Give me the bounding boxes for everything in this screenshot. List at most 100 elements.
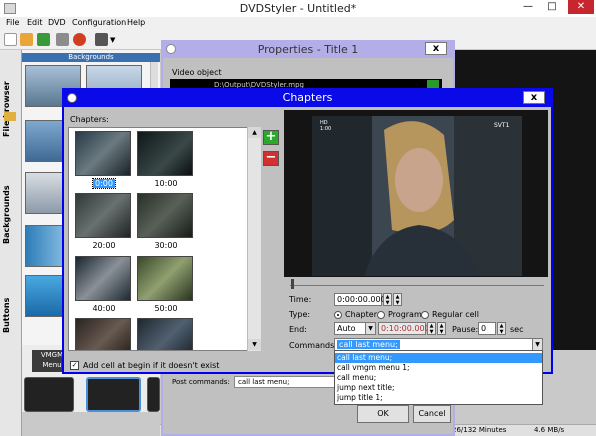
type-regular-cell-label: Regular cell	[432, 310, 479, 319]
chapter-item[interactable]: 10:00	[137, 131, 195, 188]
chapter-time: 0:00	[92, 178, 116, 189]
commands-option[interactable]: jump next title;	[335, 383, 542, 393]
properties-titlebar: Properties - Title 1 x	[161, 40, 455, 58]
type-label: Type:	[289, 310, 311, 319]
add-menu-icon[interactable]	[95, 33, 108, 46]
chevron-down-icon[interactable]: ▼	[532, 339, 542, 350]
time-spinner[interactable]: ▲ ▼	[383, 293, 392, 306]
tab-file-browser[interactable]: File browser	[2, 64, 19, 154]
osd-right: SVT1	[494, 122, 510, 129]
commands-option[interactable]: call vmgm menu 1;	[335, 363, 542, 373]
backgrounds-header: Backgrounds	[22, 53, 160, 62]
type-regular-cell-radio[interactable]	[421, 311, 429, 319]
chevron-down-icon[interactable]: ▼	[110, 36, 115, 44]
chapters-scrollbar[interactable]: ▲ ▼	[247, 127, 261, 351]
time-spinner[interactable]: ▲ ▼	[393, 293, 402, 306]
new-file-icon[interactable]	[4, 33, 17, 46]
chapter-item[interactable]: 40:00	[75, 256, 133, 313]
menu-dvd[interactable]: DVD	[48, 18, 66, 27]
chapter-thumbnail	[137, 131, 193, 176]
time-field[interactable]: 0:00:00.000	[334, 293, 386, 306]
osd-left: HD 1:00	[320, 120, 332, 132]
chapter-time: 40:00	[92, 304, 116, 313]
chapters-titlebar: Chapters x	[62, 88, 553, 107]
status-minutes: 26/132 Minutes	[452, 426, 507, 434]
timeline-slider[interactable]	[290, 285, 544, 286]
end-label: End:	[289, 325, 307, 334]
chapter-thumbnail	[75, 131, 131, 176]
type-program-label: Program	[388, 310, 422, 319]
chapter-thumbnail	[75, 193, 131, 238]
post-commands-label: Post commands:	[172, 378, 230, 386]
video-object-label: Video object	[172, 68, 222, 77]
chapter-thumbnail	[75, 318, 131, 350]
menu-thumb[interactable]	[147, 377, 160, 412]
end-spinner[interactable]: ▲ ▼	[437, 322, 446, 335]
chapter-time: 20:00	[92, 241, 116, 250]
chapters-close-button[interactable]: x	[523, 91, 545, 104]
preview-frame	[284, 110, 548, 277]
type-program-radio[interactable]	[377, 311, 385, 319]
add-cell-label: Add cell at begin if it doesn't exist	[83, 361, 220, 370]
chapter-time: 10:00	[154, 179, 178, 188]
commands-option[interactable]: call menu;	[335, 373, 542, 383]
chapter-time: 50:00	[154, 304, 178, 313]
timeline-slider-handle[interactable]	[291, 279, 294, 289]
chapter-item[interactable]: 0:00	[75, 131, 133, 189]
commands-dropdown-list: call last menu; call vmgm menu 1; call m…	[334, 350, 543, 405]
chapter-thumbnail	[137, 193, 193, 238]
tab-backgrounds[interactable]: Backgrounds	[2, 170, 19, 260]
end-spinner[interactable]: ▲ ▼	[427, 322, 436, 335]
menu-configuration[interactable]: Configuration	[72, 18, 126, 27]
minimize-button[interactable]: —	[518, 0, 538, 14]
chapters-list[interactable]: 0:00 10:00 20:00 30:00 40:00 50:00	[68, 127, 261, 351]
settings-wrench-icon[interactable]	[56, 33, 69, 46]
menu-file[interactable]: File	[6, 18, 19, 27]
menubar: File Edit DVD Configuration Help	[0, 17, 596, 30]
chapters-list-label: Chapters:	[70, 115, 109, 124]
add-chapter-button[interactable]: +	[263, 130, 279, 145]
main-window-title: DVDStyler - Untitled*	[239, 2, 357, 15]
menu-thumb[interactable]	[24, 377, 74, 412]
scroll-down-icon[interactable]: ▼	[248, 339, 261, 350]
main-titlebar: DVDStyler - Untitled* — □ ✕	[0, 0, 596, 17]
status-rate: 4.6 MB/s	[534, 426, 565, 434]
commands-option[interactable]: jump title 1;	[335, 393, 542, 403]
maximize-button[interactable]: □	[542, 0, 562, 14]
chapter-item[interactable]: 20:00	[75, 193, 133, 250]
ok-button[interactable]: OK	[357, 405, 409, 423]
chapter-thumbnail	[137, 256, 193, 301]
commands-label: Commands:	[289, 341, 337, 350]
commands-option[interactable]: call last menu;	[335, 353, 542, 363]
chevron-down-icon[interactable]: ▼	[365, 323, 375, 334]
add-file-icon[interactable]	[37, 33, 50, 46]
commands-value: call last menu;	[337, 340, 400, 349]
burn-disc-icon[interactable]	[73, 33, 86, 46]
tab-buttons[interactable]: Buttons	[2, 275, 19, 355]
chapter-item[interactable]	[75, 318, 133, 350]
menu-thumb[interactable]	[86, 377, 141, 412]
remove-chapter-button[interactable]: −	[263, 151, 279, 166]
chapter-item[interactable]: 50:00	[137, 256, 195, 313]
end-time-field[interactable]: 0:10:00.000	[378, 322, 430, 335]
close-button[interactable]: ✕	[568, 0, 594, 14]
properties-title: Properties - Title 1	[257, 43, 359, 56]
chapters-title: Chapters	[282, 91, 333, 104]
add-cell-checkbox[interactable]: ✓	[70, 361, 79, 370]
properties-close-button[interactable]: x	[425, 42, 447, 55]
type-chapter-radio[interactable]	[334, 311, 342, 319]
menu-edit[interactable]: Edit	[27, 18, 43, 27]
video-preview: HD 1:00 SVT1	[284, 110, 548, 277]
folder-icon	[4, 112, 16, 121]
menu-help[interactable]: Help	[127, 18, 145, 27]
pause-spinner[interactable]: ▲ ▼	[497, 322, 506, 335]
pause-field[interactable]: 0	[478, 322, 496, 335]
scroll-up-icon[interactable]: ▲	[248, 127, 261, 138]
pause-label: Pause:	[452, 325, 479, 334]
open-folder-icon[interactable]	[20, 33, 33, 46]
cancel-button[interactable]: Cancel	[413, 405, 451, 423]
chapter-item[interactable]: 30:00	[137, 193, 195, 250]
chapter-item[interactable]	[137, 318, 195, 350]
time-label: Time:	[289, 295, 312, 304]
end-mode-select[interactable]: Auto ▼	[334, 322, 376, 335]
